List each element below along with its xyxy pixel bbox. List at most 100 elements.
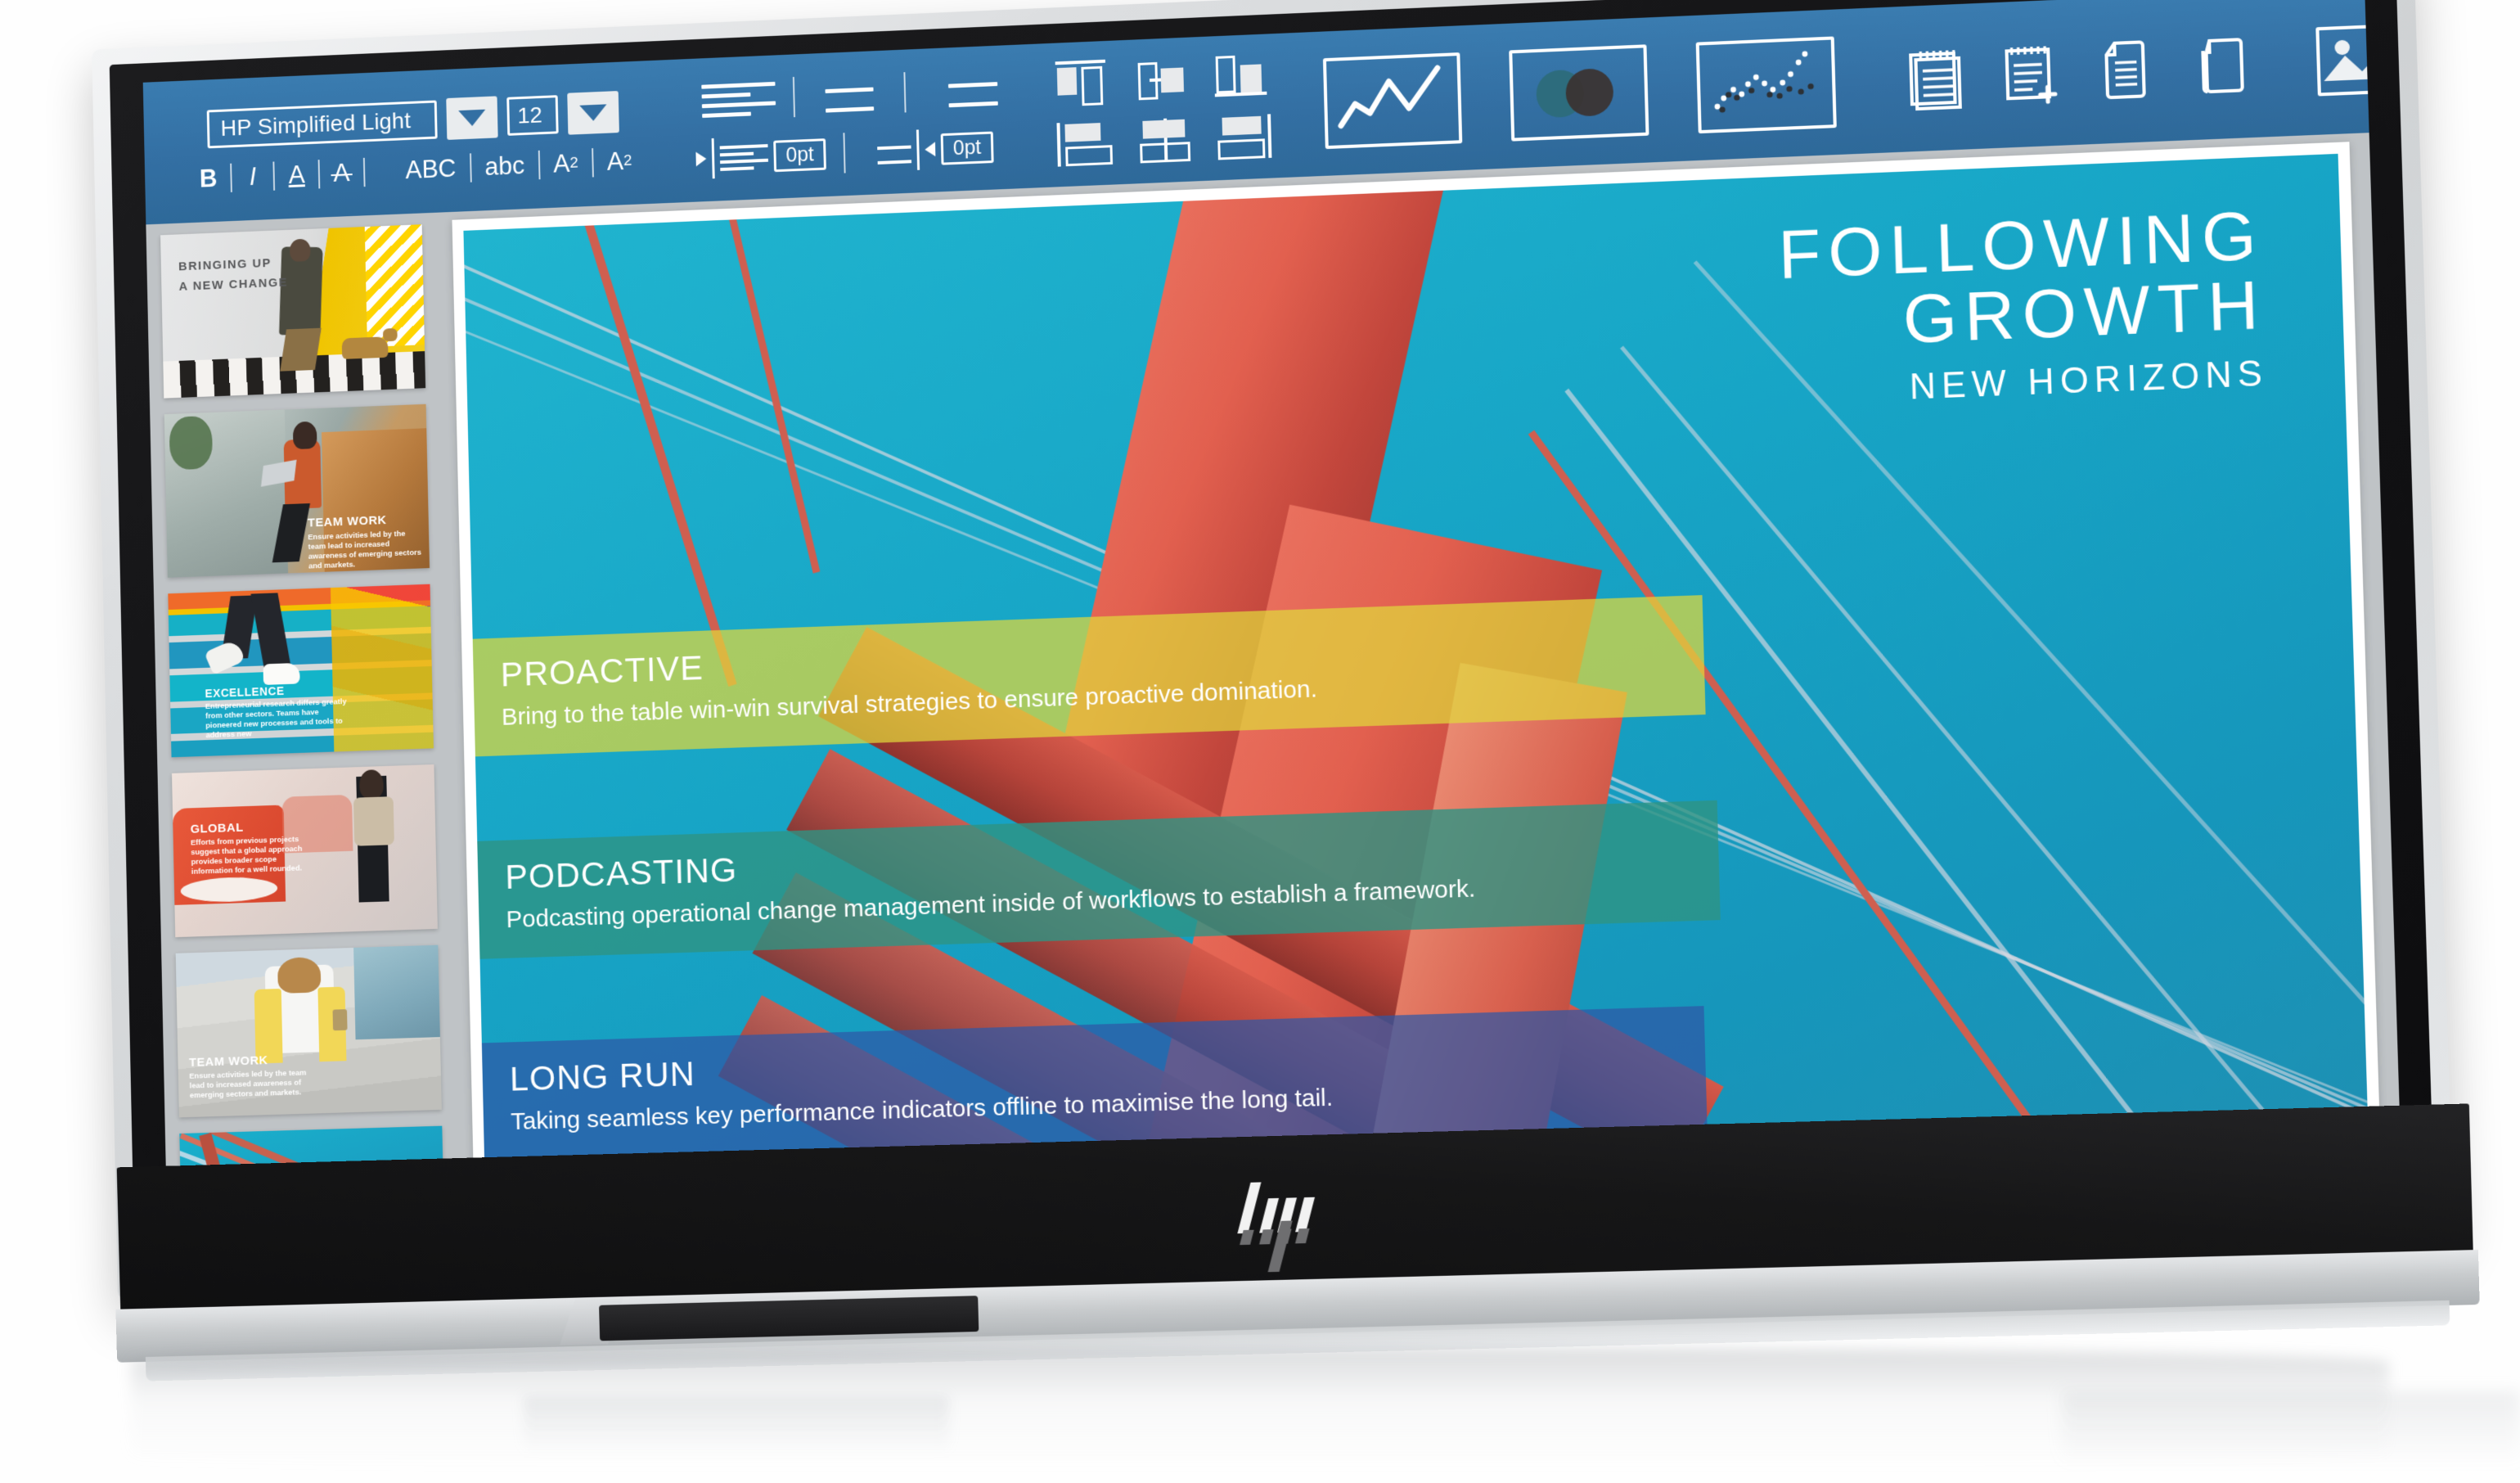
indent-decrease-button[interactable]: 0pt xyxy=(844,126,1011,174)
slide-thumb-3-caption: EXCELLENCE Entrepreneurial research diff… xyxy=(205,684,347,741)
alignment-group: 0pt 0pt xyxy=(676,67,1018,180)
slide-thumb-1[interactable]: BRINGING UP A NEW CHANGE xyxy=(160,224,426,399)
uppercase-button[interactable]: ABC xyxy=(392,153,470,185)
arrow-left-icon xyxy=(925,142,936,157)
font-group: HP Simplified Light 12 B I A A ABC abc A… xyxy=(143,90,646,196)
indent-increase-button[interactable]: 0pt xyxy=(691,133,844,179)
bold-button[interactable]: B xyxy=(186,164,231,194)
document-button[interactable] xyxy=(2096,34,2162,104)
slide-thumb-2-caption: TEAM WORK Ensure activities led by the t… xyxy=(307,513,422,571)
divider xyxy=(659,89,662,174)
divider xyxy=(1297,62,1299,147)
indent-bar xyxy=(916,129,920,170)
font-name-dropdown[interactable] xyxy=(446,96,498,140)
lowercase-label: abc xyxy=(484,151,525,181)
divider xyxy=(362,157,366,187)
underline-button[interactable]: A xyxy=(275,160,319,190)
superscript-button[interactable]: A2 xyxy=(539,148,592,179)
arrange-group xyxy=(1051,52,1276,169)
surface-reflection-left xyxy=(524,1396,949,1454)
notes-button[interactable] xyxy=(1904,43,1969,113)
surface-reflection xyxy=(131,1347,2389,1470)
indent-increase-icon xyxy=(719,143,769,171)
line-chart-icon xyxy=(1326,56,1452,140)
font-row: HP Simplified Light 12 xyxy=(206,91,619,150)
subscript-mark: 2 xyxy=(623,151,632,170)
document-group xyxy=(1891,30,2258,113)
strikethrough-label: A xyxy=(333,158,350,187)
slide-title: FOLLOWING GROWTH NEW HORIZONS xyxy=(1777,196,2268,412)
distribute-right-icon[interactable] xyxy=(1216,114,1276,161)
slide-thumb-5-caption: TEAM WORK Ensure activities led by the t… xyxy=(188,1053,307,1101)
scatter-plot-icon xyxy=(1714,51,1814,113)
align-center-icon xyxy=(812,77,887,113)
line-chart-button[interactable] xyxy=(1322,52,1463,150)
align-row xyxy=(684,67,1016,121)
chevron-down-icon xyxy=(458,109,486,127)
screen: HP Simplified Light 12 B I A A ABC abc A… xyxy=(142,0,2403,1262)
distribute-center-icon[interactable] xyxy=(1136,117,1195,165)
align-center-button[interactable] xyxy=(794,76,905,114)
text-style-row: B I A A ABC abc A2 A2 xyxy=(182,146,646,194)
indent-before-value[interactable]: 0pt xyxy=(773,137,826,172)
slide-thumb-5[interactable]: TEAM WORK Ensure activities led by the t… xyxy=(175,944,442,1118)
add-note-button[interactable] xyxy=(2000,38,2064,108)
hp-logo xyxy=(1237,1178,1318,1273)
slide-frame: FOLLOWING GROWTH NEW HORIZONS PROACTIVE … xyxy=(452,142,2383,1253)
superscript-label: A xyxy=(552,149,570,178)
underline-label: A xyxy=(288,160,305,189)
notes-icon xyxy=(1904,43,1969,113)
align-objects-bottom-icon[interactable] xyxy=(1214,52,1274,100)
indent-bar xyxy=(711,137,715,179)
lowercase-button[interactable]: abc xyxy=(471,151,539,183)
arrange-row-top xyxy=(1055,52,1274,107)
font-name-input[interactable]: HP Simplified Light xyxy=(206,100,438,149)
superscript-mark: 2 xyxy=(569,154,578,172)
align-objects-top-icon[interactable] xyxy=(1055,59,1115,106)
italic-label: I xyxy=(249,162,257,191)
slide-thumb-4-caption: GLOBAL Efforts from previous projects su… xyxy=(190,820,303,877)
uppercase-label: ABC xyxy=(405,154,457,185)
duplicate-page-button[interactable] xyxy=(2193,30,2258,100)
current-slide[interactable]: FOLLOWING GROWTH NEW HORIZONS PROACTIVE … xyxy=(463,153,2370,1242)
align-objects-middle-icon[interactable] xyxy=(1135,56,1195,103)
workspace: BRINGING UP A NEW CHANGE TEAM WORK Ensur… xyxy=(146,133,2403,1262)
scatter-chart-button[interactable] xyxy=(1695,36,1837,134)
font-size-dropdown[interactable] xyxy=(567,91,619,135)
chevron-down-icon xyxy=(579,104,607,122)
slide-thumbnail-sidebar[interactable]: BRINGING UP A NEW CHANGE TEAM WORK Ensur… xyxy=(146,212,465,1262)
slide-thumb-4[interactable]: GLOBAL Efforts from previous projects su… xyxy=(171,764,438,938)
strikethrough-button[interactable]: A xyxy=(320,158,364,188)
bold-label: B xyxy=(199,164,218,193)
divider xyxy=(1034,74,1037,158)
add-note-icon xyxy=(2000,38,2064,108)
indent-after-value[interactable]: 0pt xyxy=(940,131,994,165)
font-size-input[interactable]: 12 xyxy=(506,95,559,136)
indent-decrease-icon xyxy=(862,137,912,165)
venn-circle-right-icon xyxy=(1564,67,1614,117)
align-right-button[interactable] xyxy=(906,71,1016,109)
arrow-right-icon xyxy=(695,151,707,167)
divider xyxy=(2284,20,2287,106)
subscript-button[interactable]: A2 xyxy=(593,146,646,177)
hp-display-device: HP Simplified Light 12 B I A A ABC abc A… xyxy=(92,0,2455,1300)
chart-group xyxy=(1313,36,1837,150)
distribute-left-icon[interactable] xyxy=(1056,120,1117,168)
align-left-icon xyxy=(701,81,776,118)
duplicate-page-icon xyxy=(2193,30,2258,100)
align-right-icon xyxy=(923,71,998,108)
arrange-row-bottom xyxy=(1056,114,1276,168)
slide-thumb-3[interactable]: EXCELLENCE Entrepreneurial research diff… xyxy=(168,584,434,758)
venn-chart-button[interactable] xyxy=(1509,44,1649,142)
indent-row: 0pt 0pt xyxy=(691,126,1011,180)
surface-reflection-right xyxy=(2062,1391,2520,1465)
align-left-button[interactable] xyxy=(684,80,794,118)
slide-thumb-2[interactable]: TEAM WORK Ensure activities led by the t… xyxy=(164,403,430,578)
screenshot-stage: HP Simplified Light 12 B I A A ABC abc A… xyxy=(0,0,2520,1483)
document-icon xyxy=(2096,34,2162,104)
main-slide-pane: FOLLOWING GROWTH NEW HORIZONS PROACTIVE … xyxy=(441,133,2403,1253)
divider xyxy=(1874,38,1877,124)
italic-button[interactable]: I xyxy=(232,162,273,192)
subscript-label: A xyxy=(606,146,624,176)
slide-thumb-1-caption: BRINGING UP A NEW CHANGE xyxy=(178,256,289,294)
